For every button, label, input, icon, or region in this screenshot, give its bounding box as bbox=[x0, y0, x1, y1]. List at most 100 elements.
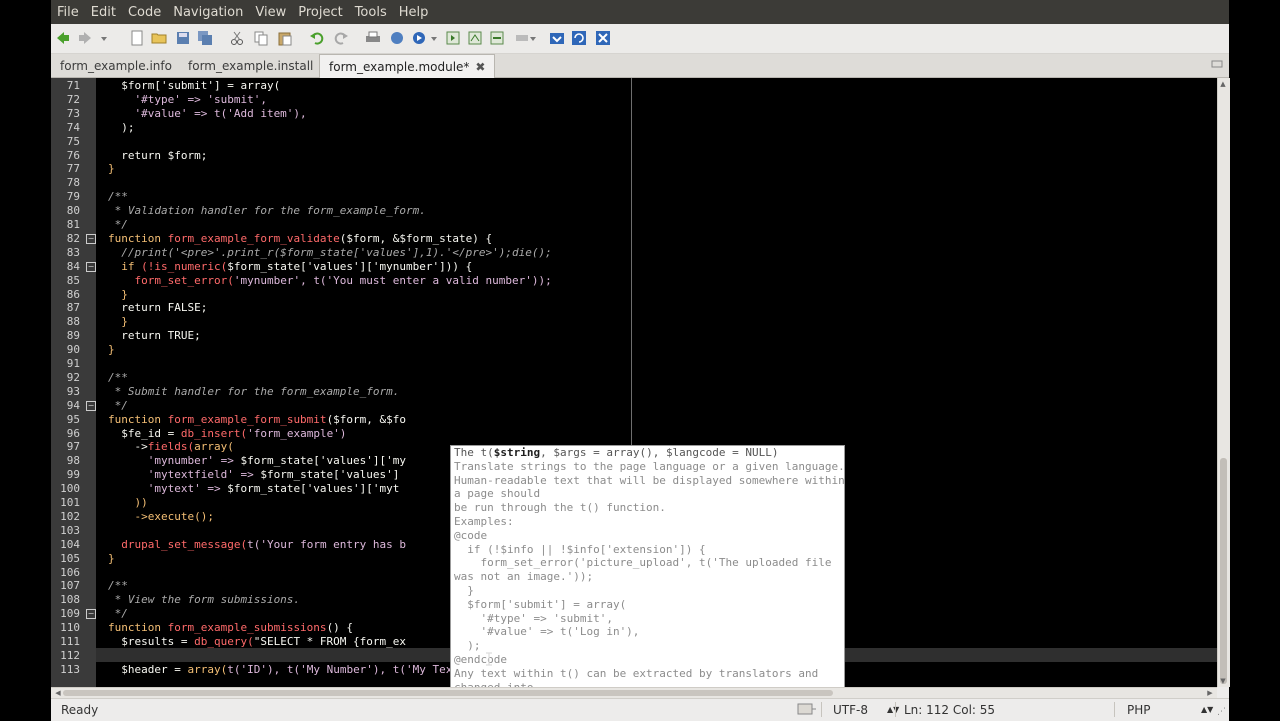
step-icon[interactable] bbox=[445, 30, 461, 46]
tools-icon[interactable] bbox=[595, 30, 611, 46]
code-line[interactable]: return TRUE; bbox=[108, 329, 200, 343]
new-file-icon[interactable] bbox=[129, 30, 145, 46]
encoding-dropdown-icon[interactable]: ▲▼ bbox=[887, 705, 899, 714]
code-line[interactable]: 'mytextfield' => $form_state['values'] bbox=[108, 468, 400, 482]
code-line[interactable]: ->fields(array( bbox=[108, 440, 234, 454]
code-line[interactable]: * View the form submissions. bbox=[108, 593, 300, 607]
fold-toggle-icon[interactable]: − bbox=[86, 400, 96, 411]
code-line[interactable]: 'mynumber' => $form_state['values']['my bbox=[108, 454, 406, 468]
scroll-down-icon[interactable]: ▼ bbox=[1218, 677, 1228, 685]
code-line[interactable]: $fe_id = db_insert('form_example') bbox=[108, 427, 346, 441]
encoding-edit-icon[interactable] bbox=[797, 702, 817, 719]
horizontal-scrollbar[interactable]: ◀ ▶ bbox=[51, 687, 1217, 698]
toggle-icon[interactable] bbox=[489, 30, 505, 46]
code-line[interactable]: //print('<pre>'.print_r($form_state['val… bbox=[108, 246, 551, 260]
code-line[interactable]: */ bbox=[108, 399, 128, 413]
code-line[interactable]: '#value' => t('Add item'), bbox=[108, 106, 307, 121]
code-line[interactable]: ); bbox=[108, 121, 134, 135]
vertical-scrollbar[interactable]: ▲ ▼ bbox=[1217, 78, 1230, 687]
language-dropdown-icon[interactable]: ▲▼ bbox=[1201, 705, 1213, 714]
code-line[interactable]: function form_example_form_validate($for… bbox=[108, 232, 492, 246]
vertical-scroll-thumb[interactable] bbox=[1220, 458, 1227, 684]
fold-toggle-icon[interactable]: − bbox=[86, 261, 96, 272]
fold-toggle-icon[interactable]: − bbox=[86, 233, 96, 244]
menu-edit[interactable]: Edit bbox=[86, 5, 121, 20]
line-number: 81 bbox=[66, 218, 80, 231]
dropdown-arrow-icon[interactable] bbox=[99, 30, 109, 46]
status-language[interactable]: PHP bbox=[1127, 703, 1151, 717]
tab-list-menu-icon[interactable] bbox=[1211, 58, 1223, 70]
debug-icon[interactable] bbox=[467, 30, 483, 46]
code-line[interactable]: } bbox=[108, 288, 128, 302]
menu-navigation[interactable]: Navigation bbox=[168, 5, 248, 20]
horizontal-scroll-thumb[interactable] bbox=[63, 690, 833, 696]
scroll-up-icon[interactable]: ▲ bbox=[1218, 80, 1228, 88]
scroll-left-icon[interactable]: ◀ bbox=[53, 689, 63, 697]
status-state: Ready bbox=[61, 703, 99, 717]
code-line[interactable]: 'mytext' => $form_state['values']['myt bbox=[108, 482, 400, 496]
paste-icon[interactable] bbox=[277, 30, 293, 46]
code-line[interactable]: ->execute(); bbox=[108, 510, 213, 524]
code-line[interactable]: /** bbox=[108, 579, 128, 593]
resize-grip-icon[interactable]: ⋰ bbox=[1217, 707, 1227, 717]
code-line[interactable]: return FALSE; bbox=[108, 301, 207, 315]
menu-view[interactable]: View bbox=[250, 5, 291, 20]
code-line[interactable]: } bbox=[108, 315, 128, 329]
code-line[interactable]: * Submit handler for the form_example_fo… bbox=[108, 385, 400, 399]
code-line[interactable]: if (!is_numeric($form_state['values']['m… bbox=[108, 260, 472, 274]
code-token: '#value' => t('Add item'), bbox=[108, 106, 307, 120]
undo-icon[interactable] bbox=[309, 30, 325, 46]
fold-toggle-icon[interactable]: − bbox=[86, 609, 96, 620]
forward-arrow-icon[interactable] bbox=[77, 30, 93, 46]
code-line[interactable]: */ bbox=[108, 607, 128, 621]
save-icon[interactable] bbox=[175, 30, 191, 46]
menu-project[interactable]: Project bbox=[293, 5, 347, 20]
menu-code[interactable]: Code bbox=[123, 5, 166, 20]
code-line[interactable]: return $form; bbox=[108, 149, 207, 163]
more-dropdown-icon[interactable] bbox=[515, 30, 537, 46]
code-editor[interactable]: 71 72 73 74 75 76 77 78 79 80 81 82 83 84 85 86 87 88 89 90… bbox=[51, 78, 1217, 687]
menu-help[interactable]: Help bbox=[394, 5, 434, 20]
preview-icon[interactable] bbox=[389, 30, 405, 46]
code-line[interactable]: */ bbox=[108, 218, 128, 232]
tab-form-example-module[interactable]: form_example.module* ✖ bbox=[319, 54, 496, 79]
scroll-right-icon[interactable]: ▶ bbox=[1205, 689, 1215, 697]
line-number-gutter: 71 72 73 74 75 76 77 78 79 80 81 82 83 84 85 86 87 88 89 90… bbox=[51, 78, 84, 687]
code-token: array( bbox=[194, 440, 234, 454]
code-line[interactable]: } bbox=[108, 343, 115, 357]
code-line[interactable]: /** bbox=[108, 371, 128, 385]
run-icon[interactable] bbox=[411, 30, 427, 46]
back-arrow-icon[interactable] bbox=[55, 30, 71, 46]
code-line[interactable]: $results = db_query("SELECT * FROM {form… bbox=[108, 635, 406, 649]
code-line[interactable]: '#type' => 'submit', bbox=[108, 93, 266, 107]
code-line[interactable]: } bbox=[108, 552, 115, 566]
status-encoding[interactable]: UTF-8 bbox=[833, 703, 868, 717]
cut-icon[interactable] bbox=[229, 30, 245, 46]
inbox-icon[interactable] bbox=[549, 30, 565, 46]
print-icon[interactable] bbox=[365, 30, 381, 46]
tab-form-example-install[interactable]: form_example.install bbox=[179, 54, 322, 77]
tab-form-example-info[interactable]: form_example.info bbox=[51, 54, 181, 77]
close-icon[interactable]: ✖ bbox=[475, 60, 485, 74]
code-line[interactable]: * Validation handler for the form_exampl… bbox=[108, 204, 426, 218]
code-line[interactable]: function form_example_form_submit($form,… bbox=[108, 413, 406, 427]
code-line[interactable]: function form_example_submissions() { bbox=[108, 621, 353, 635]
refresh-icon[interactable] bbox=[571, 30, 587, 46]
save-all-icon[interactable] bbox=[197, 30, 213, 46]
run-dropdown-icon[interactable] bbox=[429, 30, 439, 46]
code-line[interactable]: $form['submit'] = array( bbox=[108, 79, 280, 93]
code-line[interactable]: $header = array(t('ID'), t('My Number'),… bbox=[108, 663, 492, 677]
line-number: 82 bbox=[66, 231, 80, 245]
redo-icon[interactable] bbox=[333, 30, 349, 46]
open-folder-icon[interactable] bbox=[151, 30, 167, 46]
code-line[interactable]: form_set_error('mynumber', t('You must e… bbox=[108, 274, 552, 288]
code-token: $form_state['values'] bbox=[260, 468, 400, 482]
code-line[interactable]: } bbox=[108, 162, 115, 176]
code-token: /** bbox=[108, 579, 128, 593]
code-line[interactable]: drupal_set_message(t('Your form entry ha… bbox=[108, 538, 406, 552]
copy-icon[interactable] bbox=[253, 30, 269, 46]
code-line[interactable]: )) bbox=[108, 496, 147, 510]
menu-file[interactable]: File bbox=[52, 5, 84, 20]
code-line[interactable]: /** bbox=[108, 190, 128, 204]
menu-tools[interactable]: Tools bbox=[350, 5, 392, 20]
